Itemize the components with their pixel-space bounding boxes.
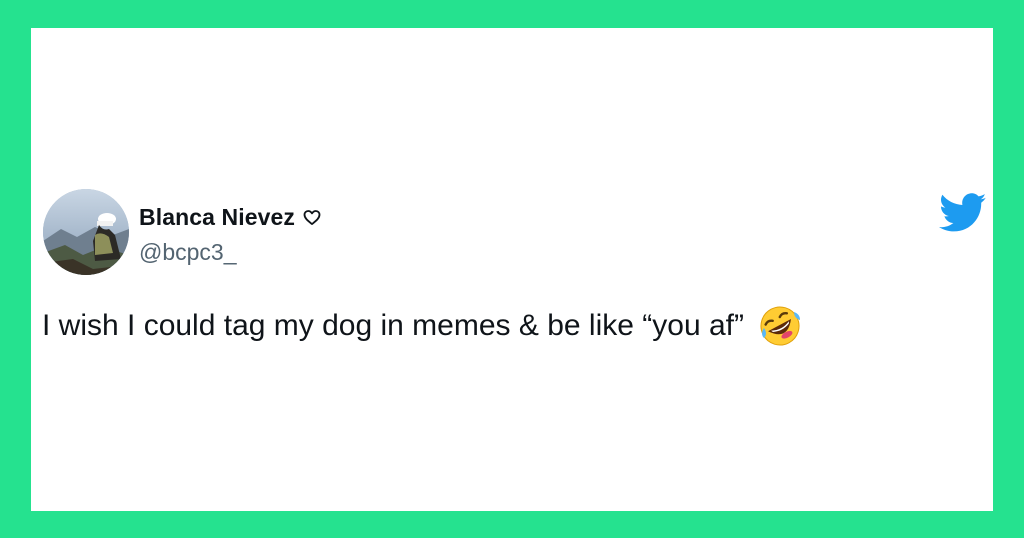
twitter-bird-icon[interactable]	[939, 193, 987, 233]
green-frame: Blanca Nievez @bcpc3_ I wish I could tag…	[0, 0, 1024, 538]
tweet-text-content: I wish I could tag my dog in memes & be …	[42, 309, 744, 342]
avatar-photo	[43, 189, 129, 275]
author-handle[interactable]: @bcpc3_	[139, 239, 237, 266]
tweet-card: Blanca Nievez @bcpc3_ I wish I could tag…	[31, 28, 993, 511]
tweet-text: I wish I could tag my dog in memes & be …	[42, 304, 802, 348]
avatar[interactable]	[43, 189, 129, 275]
author-display-name[interactable]: Blanca Nievez	[139, 204, 295, 231]
author-name-row: Blanca Nievez	[139, 202, 322, 232]
rolling-on-floor-laughing-emoji-icon	[758, 304, 802, 348]
heart-outline-icon	[302, 207, 322, 227]
